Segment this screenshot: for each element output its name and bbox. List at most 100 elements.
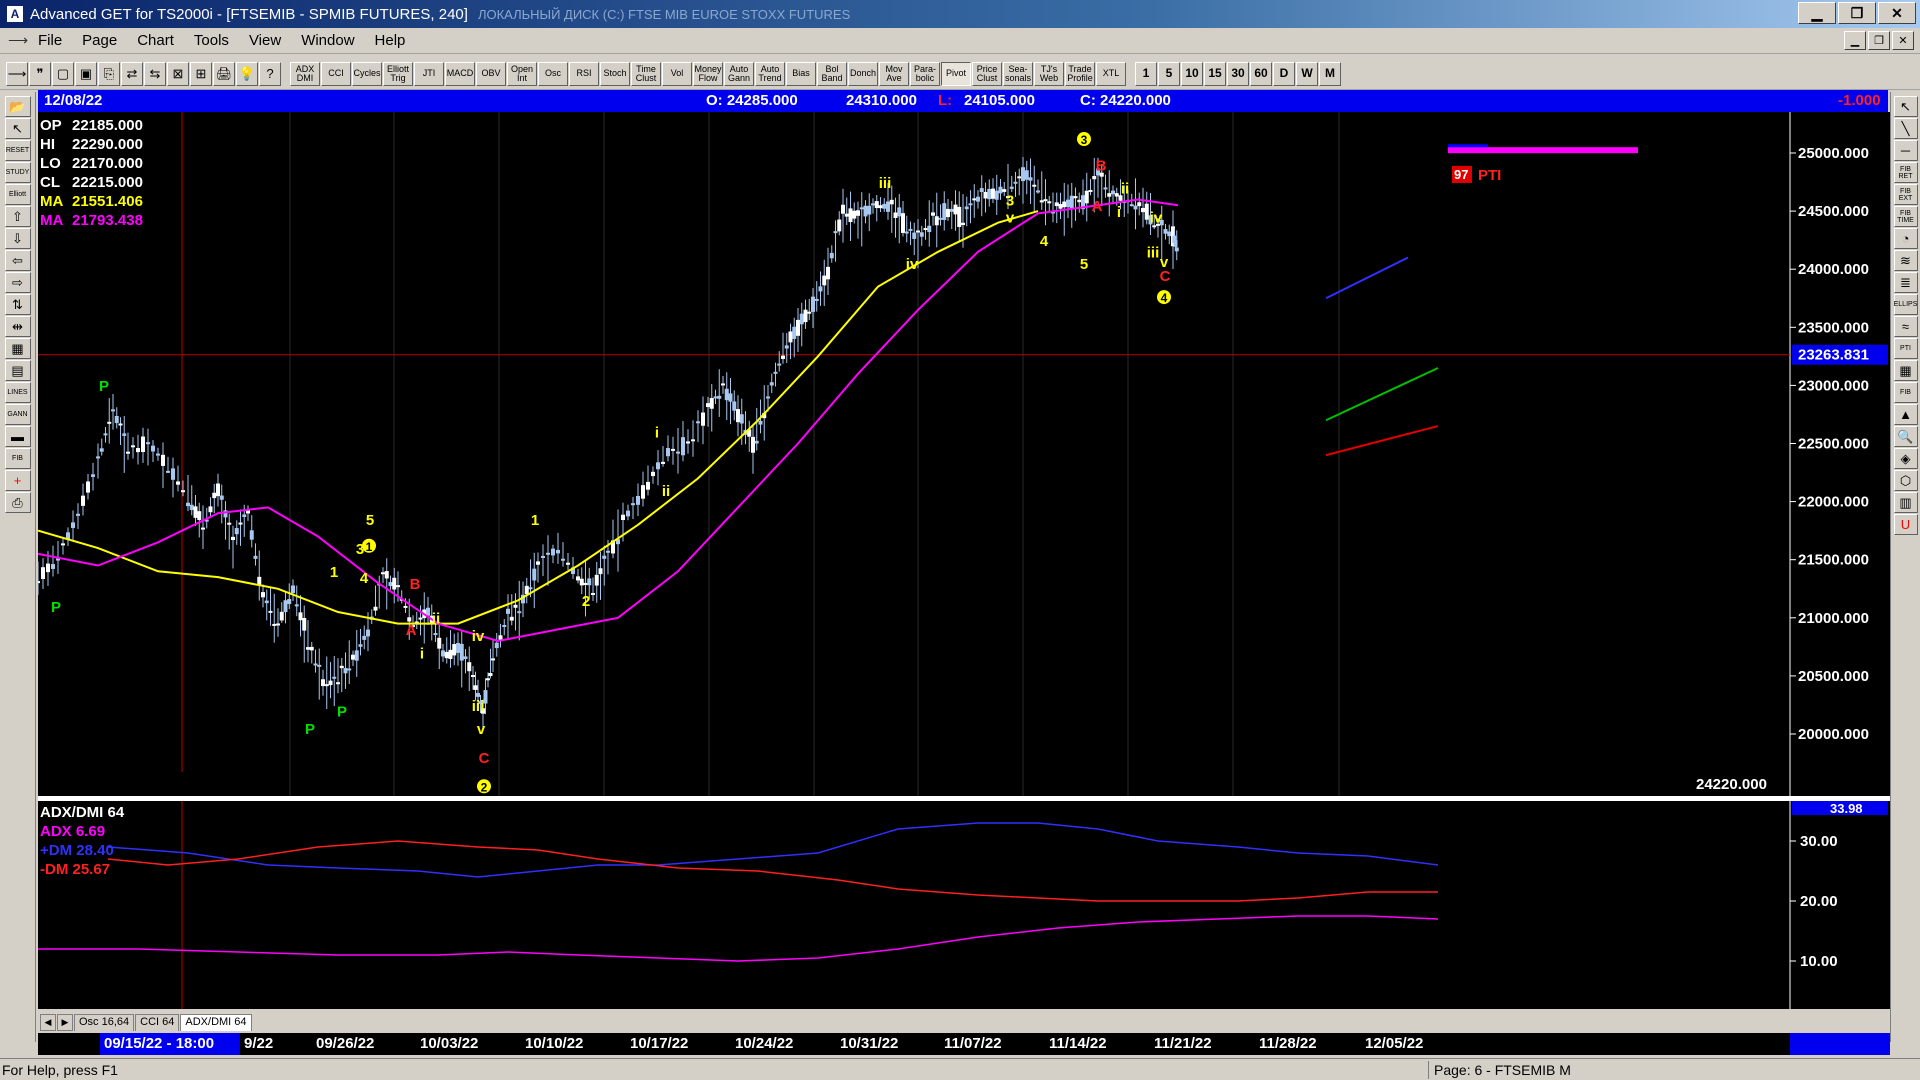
price-chart-canvas[interactable]: 25000.000 24500.000 24000.000 23500.000 2300… xyxy=(38,112,1890,796)
left-tool-icon-7[interactable]: ⇦ xyxy=(4,250,31,271)
mdi-minimize-button[interactable]: ▁ xyxy=(1844,31,1866,50)
right-tool-fib-ext-4[interactable]: FIB EXT xyxy=(1893,184,1918,205)
study-rsi-button[interactable]: RSI xyxy=(569,61,599,86)
right-tool-icon-10[interactable]: ≈ xyxy=(1893,316,1918,337)
study-bias-button[interactable]: Bias xyxy=(786,61,816,86)
left-tool-icon-0[interactable]: 📂 xyxy=(4,96,31,117)
menu-chart[interactable]: Chart xyxy=(127,32,184,49)
indicator-pane[interactable]: 33.98 30.00 20.00 10.00 ADX/DMI 64 ADX 6.69… xyxy=(38,801,1890,1009)
tab-cci[interactable]: CCI 64 xyxy=(135,1014,180,1031)
document-icon[interactable]: ⟶ xyxy=(8,32,28,49)
right-tool-icon-12[interactable]: ▦ xyxy=(1893,360,1918,381)
restore-button[interactable]: ❐ xyxy=(1838,2,1876,24)
toolbar-icon-9[interactable]: 🖨 xyxy=(213,61,235,86)
period-w-button[interactable]: W xyxy=(1296,61,1318,86)
right-tool-icon-16[interactable]: ◈ xyxy=(1893,448,1918,469)
toolbar-icon-3[interactable]: ▣ xyxy=(75,61,97,86)
toolbar-icon-0[interactable]: ⟶ xyxy=(6,61,28,86)
toolbar-icon-5[interactable]: ⇄ xyxy=(121,61,143,86)
left-tool-elliott-4[interactable]: Elliott xyxy=(4,184,31,205)
menu-view[interactable]: View xyxy=(239,32,291,49)
period-30-button[interactable]: 30 xyxy=(1227,61,1249,86)
right-tool-fib-13[interactable]: FIB xyxy=(1893,382,1918,403)
right-tool-fib-time-5[interactable]: FIB TIME xyxy=(1893,206,1918,227)
mdi-restore-button[interactable]: ❐ xyxy=(1868,31,1890,50)
left-tool-icon-10[interactable]: ⇹ xyxy=(4,316,31,337)
toolbar-icon-1[interactable]: ❞ xyxy=(29,61,51,86)
tab-scroll-right[interactable]: ▶ xyxy=(57,1014,73,1031)
period-1-button[interactable]: 1 xyxy=(1135,61,1157,86)
study-trade-profile-button[interactable]: Trade Profile xyxy=(1065,61,1095,86)
study-xtl-button[interactable]: XTL xyxy=(1096,61,1126,86)
menu-tools[interactable]: Tools xyxy=(184,32,239,49)
left-tool-gann-14[interactable]: GANN xyxy=(4,404,31,425)
left-tool-icon-18[interactable]: ⎙ xyxy=(4,492,31,513)
study-jti-button[interactable]: JTI xyxy=(414,61,444,86)
left-tool-icon-12[interactable]: ▤ xyxy=(4,360,31,381)
left-tool-icon-11[interactable]: ▦ xyxy=(4,338,31,359)
right-tool-icon-17[interactable]: ⬡ xyxy=(1893,470,1918,491)
toolbar-icon-4[interactable]: ⎘ xyxy=(98,61,120,86)
period-60-button[interactable]: 60 xyxy=(1250,61,1272,86)
study-donch-button[interactable]: Donch xyxy=(848,61,878,86)
left-tool-icon-8[interactable]: ⇨ xyxy=(4,272,31,293)
toolbar-icon-6[interactable]: ⇆ xyxy=(144,61,166,86)
period-d-button[interactable]: D xyxy=(1273,61,1295,86)
right-tool-icon-0[interactable]: ↖ xyxy=(1893,96,1918,117)
toolbar-icon-10[interactable]: 💡 xyxy=(236,61,258,86)
period-10-button[interactable]: 10 xyxy=(1181,61,1203,86)
right-tool-icon-15[interactable]: 🔍 xyxy=(1893,426,1918,447)
study-price-clust-button[interactable]: Price Clust xyxy=(972,61,1002,86)
tab-scroll-left[interactable]: ◀ xyxy=(40,1014,56,1031)
right-tool-fib-ret-3[interactable]: FIB RET xyxy=(1893,162,1918,183)
left-tool-icon-9[interactable]: ⇅ xyxy=(4,294,31,315)
period-m-button[interactable]: M xyxy=(1319,61,1341,86)
study-adx-dmi-button[interactable]: ADX DMI xyxy=(290,61,320,86)
right-tool-icon-14[interactable]: ▲ xyxy=(1893,404,1918,425)
toolbar-icon-11[interactable]: ? xyxy=(259,61,281,86)
left-tool-study-3[interactable]: STUDY xyxy=(4,162,31,183)
study-obv-button[interactable]: OBV xyxy=(476,61,506,86)
right-tool-pti-11[interactable]: PTI xyxy=(1893,338,1918,359)
study-sea-sonals-button[interactable]: Sea-sonals xyxy=(1003,61,1033,86)
close-button[interactable]: ✕ xyxy=(1878,2,1916,24)
study-open-int-button[interactable]: Open Int xyxy=(507,61,537,86)
left-tool-lines-13[interactable]: LINES xyxy=(4,382,31,403)
left-tool-icon-5[interactable]: ⇧ xyxy=(4,206,31,227)
menu-window[interactable]: Window xyxy=(291,32,364,49)
left-tool-icon-17[interactable]: + xyxy=(4,470,31,491)
right-tool-icon-1[interactable]: ╲ xyxy=(1893,118,1918,139)
study-time-clust-button[interactable]: Time Clust xyxy=(631,61,661,86)
study-auto-trend-button[interactable]: Auto Trend xyxy=(755,61,785,86)
right-tool-u-19[interactable]: U xyxy=(1893,514,1918,535)
period-15-button[interactable]: 15 xyxy=(1204,61,1226,86)
tab-osc[interactable]: Osc 16,64 xyxy=(74,1014,135,1031)
study-para-bolic-button[interactable]: Para-bolic xyxy=(910,61,940,86)
study-vol-button[interactable]: Vol xyxy=(662,61,692,86)
study-bol-band-button[interactable]: Bol Band xyxy=(817,61,847,86)
left-tool-reset-2[interactable]: RESET xyxy=(4,140,31,161)
right-tool-icon-18[interactable]: ▥ xyxy=(1893,492,1918,513)
menu-file[interactable]: File xyxy=(28,32,72,49)
toolbar-icon-2[interactable]: ▢ xyxy=(52,61,74,86)
right-tool-icon-8[interactable]: ≣ xyxy=(1893,272,1918,293)
study-cci-button[interactable]: CCI xyxy=(321,61,351,86)
right-tool-icon-7[interactable]: ≋ xyxy=(1893,250,1918,271)
indicator-canvas[interactable]: 33.98 30.00 20.00 10.00 xyxy=(38,801,1890,1009)
price-chart[interactable]: 25000.000 24500.000 24000.000 23500.000 2300… xyxy=(38,112,1890,802)
menu-page[interactable]: Page xyxy=(72,32,127,49)
right-tool-icon-2[interactable]: ─ xyxy=(1893,140,1918,161)
left-tool-icon-1[interactable]: ↖ xyxy=(4,118,31,139)
toolbar-icon-7[interactable]: ⊠ xyxy=(167,61,189,86)
right-tool-icon-6[interactable]: ◔ xyxy=(1893,228,1918,249)
mdi-close-button[interactable]: ✕ xyxy=(1892,31,1914,50)
tab-adx-dmi[interactable]: ADX/DMI 64 xyxy=(180,1014,252,1031)
study-cycles-button[interactable]: Cycles xyxy=(352,61,382,86)
study-mov-ave-button[interactable]: Mov Ave xyxy=(879,61,909,86)
study-stoch-button[interactable]: Stoch xyxy=(600,61,630,86)
study-money-flow-button[interactable]: Money Flow xyxy=(693,61,723,86)
left-tool-icon-6[interactable]: ⇩ xyxy=(4,228,31,249)
study-tj-s-web-button[interactable]: TJ's Web xyxy=(1034,61,1064,86)
period-5-button[interactable]: 5 xyxy=(1158,61,1180,86)
left-tool-icon-15[interactable]: ▬ xyxy=(4,426,31,447)
